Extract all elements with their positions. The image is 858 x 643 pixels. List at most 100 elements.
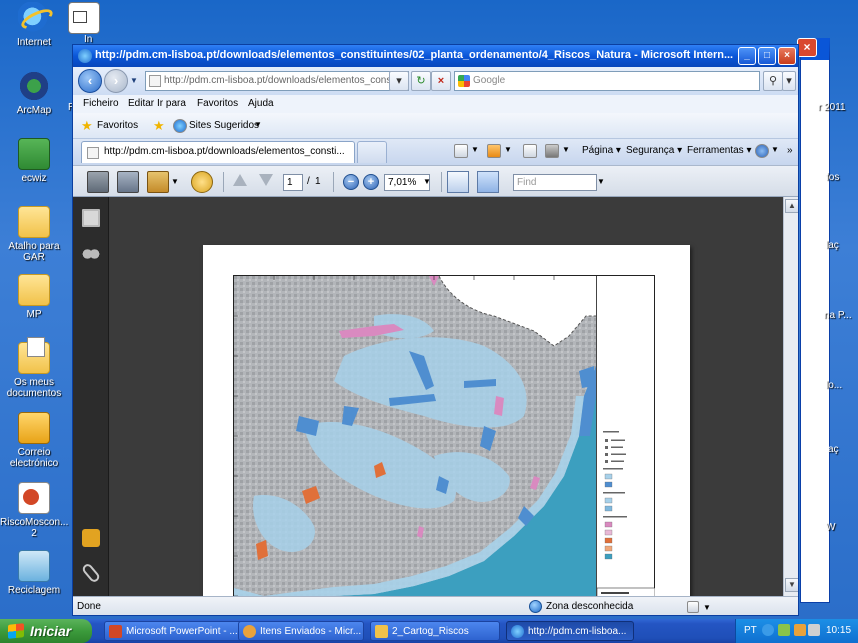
favorites-button[interactable]: Favoritos [97, 120, 138, 131]
outlook-icon [243, 625, 256, 638]
new-tab-button[interactable] [357, 141, 387, 163]
taskbar-item-powerpoint[interactable]: Microsoft PowerPoint - ... [104, 621, 252, 641]
pdf-save-icon[interactable] [117, 171, 139, 193]
taskbar-item-browser[interactable]: http://pdm.cm-lisboa... [506, 621, 634, 641]
scroll-down-button[interactable]: ▼ [785, 578, 798, 592]
zoom-dropdown-icon[interactable]: ▼ [703, 603, 711, 612]
minimize-button[interactable]: _ [738, 47, 756, 65]
lisbon-risk-map [234, 276, 596, 614]
back-button[interactable]: ‹ [78, 69, 102, 93]
search-input[interactable]: Google [454, 71, 760, 91]
add-favorite-icon[interactable]: ★ [153, 119, 165, 132]
folder-icon [18, 274, 50, 306]
desktop-icon-recycle-bin[interactable]: Reciclagem [0, 550, 68, 596]
desktop-icon-ecwiz[interactable]: ecwiz [0, 138, 68, 184]
print-icon[interactable] [545, 144, 559, 158]
taskbar-item-outlook[interactable]: Itens Enviados - Micr... [238, 621, 364, 641]
background-label: aç [828, 444, 839, 455]
window-titlebar[interactable]: http://pdm.cm-lisboa.pt/downloads/elemen… [73, 45, 798, 67]
fit-page-icon[interactable] [477, 171, 499, 193]
print-dropdown-icon[interactable]: ▼ [562, 145, 570, 154]
taskbar-item-label: Microsoft PowerPoint - ... [126, 626, 238, 637]
desktop-icon-email[interactable]: Correio electrónico [0, 412, 68, 469]
paperclip-icon[interactable] [80, 562, 102, 584]
close-button[interactable]: × [778, 47, 796, 65]
pdf-page [203, 245, 690, 615]
desktop-icon-arcmap[interactable]: ArcMap [0, 70, 68, 116]
background-window-close-button[interactable]: × [797, 38, 817, 57]
address-bar[interactable]: http://pdm.cm-lisboa.pt/downloads/elemen… [145, 71, 409, 91]
network-icon[interactable] [762, 624, 774, 636]
browser-window: http://pdm.cm-lisboa.pt/downloads/elemen… [72, 44, 799, 616]
maximize-button[interactable]: □ [758, 47, 776, 65]
antivirus-icon[interactable] [794, 624, 806, 636]
previous-page-icon[interactable] [233, 174, 247, 186]
home-icon[interactable] [454, 144, 468, 158]
page-number-input[interactable]: 1 [283, 174, 303, 191]
fit-width-icon[interactable] [447, 171, 469, 193]
desktop-icon-mp[interactable]: MP [0, 274, 68, 320]
tools-menu[interactable]: Ferramentas ▾ [687, 145, 752, 156]
scroll-up-button[interactable]: ▲ [785, 199, 798, 213]
page-menu[interactable]: Página ▾ [582, 145, 621, 156]
vertical-scrollbar[interactable]: ▲ ▼ [783, 197, 798, 596]
menu-favorites[interactable]: Favoritos [197, 98, 238, 109]
zoom-in-icon[interactable]: + [363, 174, 379, 190]
pdf-print-icon[interactable] [87, 171, 109, 193]
menu-edit[interactable]: Editar [128, 98, 154, 109]
help-dropdown-icon[interactable]: ▼ [771, 145, 779, 154]
volume-icon[interactable] [808, 624, 820, 636]
refresh-button[interactable]: ↻ [411, 71, 431, 91]
clock: 10:15 [826, 625, 852, 636]
suggested-sites-dropdown-icon[interactable]: ▼ [254, 120, 262, 129]
address-text: http://pdm.cm-lisboa.pt/downloads/elemen… [164, 75, 405, 86]
next-page-icon[interactable] [259, 174, 273, 186]
pages-panel-icon[interactable] [82, 209, 100, 227]
feeds-dropdown-icon[interactable]: ▼ [504, 145, 512, 154]
menu-file[interactable]: Ficheiro [83, 98, 119, 109]
desktop-icon-file[interactable] [64, 2, 104, 37]
desktop-icon-powerpoint-file[interactable]: RiscoMoscon... 2 [0, 482, 68, 539]
tab-current[interactable]: http://pdm.cm-lisboa.pt/downloads/elemen… [81, 141, 355, 163]
language-indicator[interactable]: PT [744, 625, 757, 636]
forward-button[interactable]: › [104, 69, 128, 93]
pdf-tools-dropdown-icon[interactable]: ▼ [171, 177, 179, 186]
desktop-icon-label: RiscoMoscon... 2 [0, 517, 69, 539]
security-shield-icon[interactable] [778, 624, 790, 636]
attachments-binoculars-icon[interactable] [82, 245, 100, 263]
start-button[interactable]: Iniciar [0, 619, 92, 643]
pdf-tools-icon[interactable] [147, 171, 169, 193]
find-input[interactable]: Find [513, 174, 597, 191]
pdf-comment-icon[interactable] [191, 171, 213, 193]
desktop-icon-my-documents[interactable]: Os meus documentos [0, 337, 68, 399]
mail-icon[interactable] [523, 144, 537, 158]
address-dropdown-button[interactable]: ▾ [389, 71, 409, 91]
menu-go[interactable]: Ir para [157, 98, 186, 109]
desktop-icon-internet[interactable]: Internet [0, 2, 68, 48]
tab-bar: http://pdm.cm-lisboa.pt/downloads/elemen… [73, 139, 798, 165]
suggested-sites-button[interactable]: Sites Sugeridos [189, 120, 259, 131]
search-button[interactable]: ⚲ [763, 71, 783, 91]
desktop-icon-label: ecwiz [21, 173, 47, 184]
navigation-bar: ‹ › ▼ http://pdm.cm-lisboa.pt/downloads/… [73, 67, 798, 95]
help-icon[interactable] [755, 144, 769, 158]
zoom-dropdown-icon[interactable]: ▼ [423, 177, 431, 186]
taskbar-item-folder[interactable]: 2_Cartog_Riscos [370, 621, 500, 641]
find-dropdown-icon[interactable]: ▼ [597, 177, 605, 186]
desktop-icon-gar[interactable]: Atalho para GAR [0, 206, 68, 263]
zoom-out-icon[interactable]: − [343, 174, 359, 190]
taskbar-item-label: 2_Cartog_Riscos [392, 626, 469, 637]
security-menu[interactable]: Segurança ▾ [626, 145, 682, 156]
home-dropdown-icon[interactable]: ▼ [471, 145, 479, 154]
folder-icon [18, 206, 50, 238]
powerpoint-icon [18, 482, 50, 514]
history-dropdown-icon[interactable]: ▼ [130, 76, 138, 85]
more-commands-icon[interactable]: » [787, 145, 793, 156]
comments-panel-icon[interactable] [82, 529, 100, 547]
favorites-star-icon: ★ [81, 118, 93, 133]
stop-button[interactable]: × [431, 71, 451, 91]
feeds-icon[interactable] [487, 144, 501, 158]
protected-mode-icon[interactable] [687, 601, 699, 613]
menu-help[interactable]: Ajuda [248, 98, 274, 109]
search-options-button[interactable]: ▾ [782, 71, 796, 91]
